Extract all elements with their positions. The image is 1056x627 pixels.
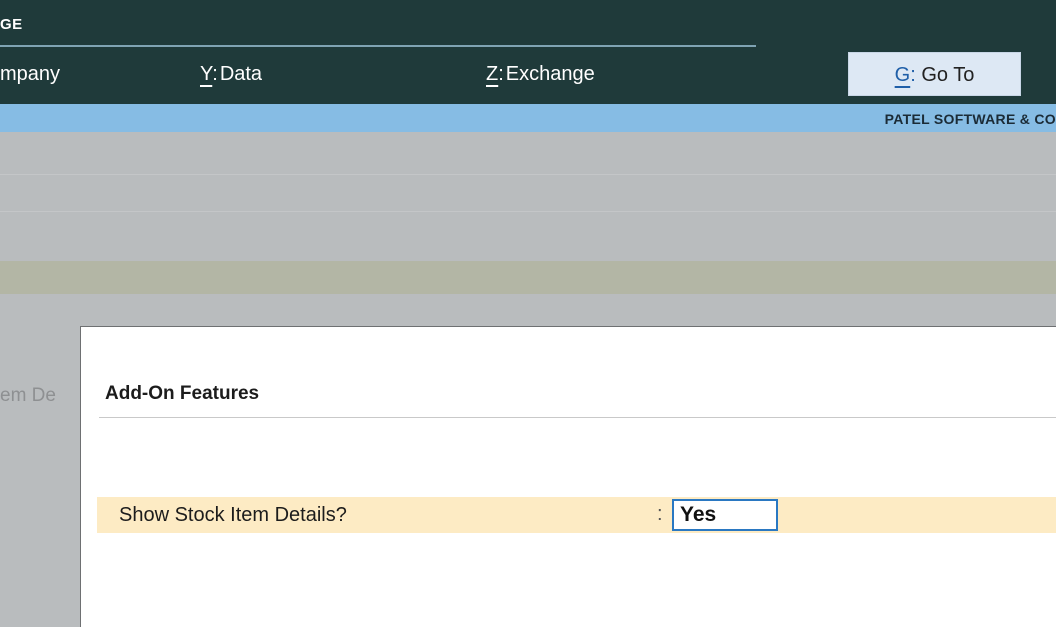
background-row [0,212,1056,261]
menu-data[interactable]: Y: Data [200,63,262,86]
option-separator: : [657,503,663,525]
menu-exchange[interactable]: Z: Exchange [486,63,595,86]
top-menu-bar: GE mpany Y: Data Z: Exchange G: Go To [0,0,1056,104]
option-value-field[interactable]: Yes [672,499,778,531]
menu-data-shortcut: Y [200,63,213,85]
background-highlight-row [0,261,1056,294]
goto-button[interactable]: G: Go To [848,52,1021,96]
panel-title: Add-On Features [105,383,260,404]
option-row-show-stock-item-details[interactable]: Show Stock Item Details? : Yes [97,497,1056,533]
menu-exchange-shortcut: Z [486,63,499,85]
company-bar: PATEL SOFTWARE & CO [0,104,1056,132]
menu-data-label: Data [219,63,263,85]
background-partial-label: em De [0,385,56,406]
panel-divider [99,417,1056,418]
title-divider [0,45,756,47]
menu-company[interactable]: mpany [0,63,60,86]
menu-exchange-label: Exchange [505,63,595,85]
menu-data-colon: : [212,63,218,85]
goto-label: Go To [921,64,975,86]
menu-exchange-colon: : [498,63,504,85]
background-row [0,175,1056,212]
background-row [0,132,1056,175]
add-on-features-panel: Add-On Features Show Stock Item Details?… [80,326,1056,627]
company-name: PATEL SOFTWARE & CO [884,111,1056,127]
goto-shortcut: G [894,64,911,86]
option-label: Show Stock Item Details? [119,504,347,526]
goto-colon: : [910,64,916,86]
app-title: GE [0,16,23,33]
menu-company-label: mpany [0,63,61,85]
